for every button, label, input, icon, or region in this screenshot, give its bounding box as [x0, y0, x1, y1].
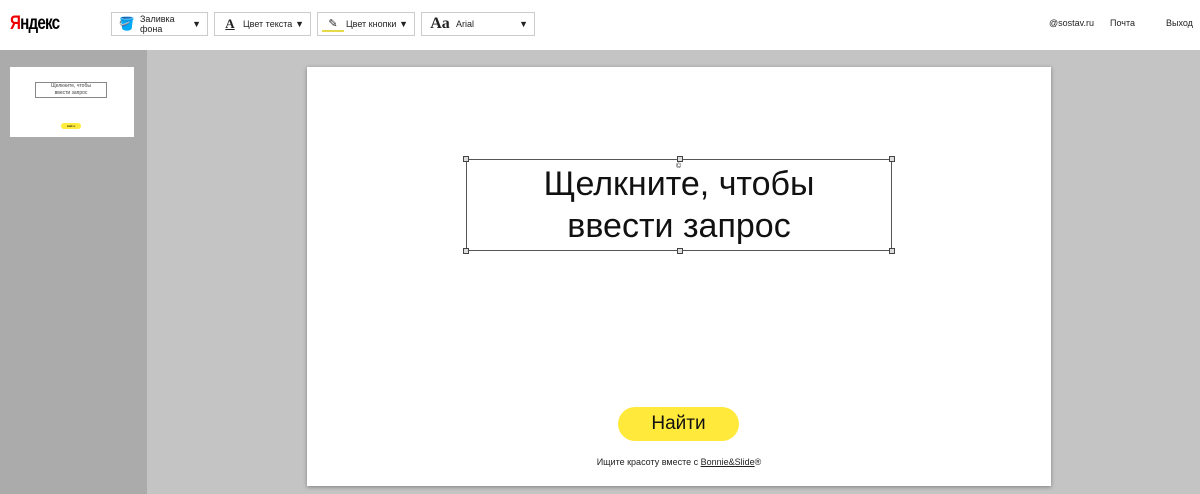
text-color-dropdown[interactable]: A Цвет текста ▼ — [214, 12, 311, 36]
button-color-dropdown[interactable]: ✎ Цвет кнопки ▼ — [317, 12, 415, 36]
resize-handle[interactable] — [463, 156, 469, 162]
resize-handle[interactable] — [889, 248, 895, 254]
bonnie-slide-link[interactable]: Bonnie&Slide — [701, 457, 755, 467]
background-fill-dropdown[interactable]: 🪣 Заливка фона ▼ — [111, 12, 208, 36]
chevron-down-icon: ▼ — [192, 19, 201, 29]
footer-text: Ищите красоту вместе с Bonnie&Slide® — [596, 457, 762, 467]
slide-thumbnail[interactable]: Щелкните, чтобы ввести запрос Найти — [10, 67, 134, 137]
font-dropdown[interactable]: Aa Arial ▼ — [421, 12, 535, 36]
top-bar: Яндекс 🪣 Заливка фона ▼ A Цвет текста ▼ ✎ Цве… — [0, 0, 1200, 50]
resize-handle[interactable] — [677, 248, 683, 254]
font-icon: Aa — [430, 15, 450, 32]
query-text-box[interactable]: Щелкните, чтобы ввести запрос © — [463, 156, 895, 254]
slide-canvas: Щелкните, чтобы ввести запрос © Найти Ищ… — [307, 67, 1051, 486]
user-account-link[interactable]: @sostav.ru — [1049, 18, 1094, 28]
chevron-down-icon: ▼ — [399, 19, 408, 29]
mail-link[interactable]: Почта — [1110, 18, 1135, 28]
chevron-down-icon: ▼ — [295, 19, 304, 29]
rotate-handle[interactable]: © — [676, 146, 681, 188]
logout-link[interactable]: Выход — [1166, 18, 1193, 28]
thumb-button: Найти — [61, 123, 81, 129]
brush-icon: ✎ — [322, 17, 344, 32]
yandex-logo[interactable]: Яндекс — [10, 13, 60, 35]
chevron-down-icon: ▼ — [519, 19, 528, 29]
paint-bucket-icon: 🪣 — [118, 16, 136, 31]
text-color-icon: A — [225, 16, 235, 31]
search-button[interactable]: Найти — [618, 407, 739, 441]
resize-handle[interactable] — [463, 248, 469, 254]
thumb-text-box: Щелкните, чтобы ввести запрос — [35, 82, 107, 98]
resize-handle[interactable] — [889, 156, 895, 162]
resize-handle[interactable] — [677, 156, 683, 162]
